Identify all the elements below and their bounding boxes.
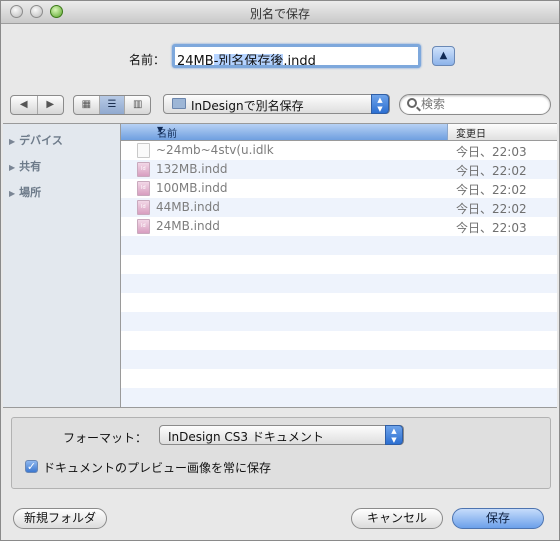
new-folder-button[interactable]: 新規フォルダ: [13, 508, 107, 529]
sidebar-section-devices[interactable]: ▶ デバイス: [9, 132, 63, 148]
file-name: 44MB.indd: [156, 200, 220, 214]
indesign-file-icon: [137, 219, 150, 234]
window-title: 別名で保存: [249, 7, 310, 21]
file-name: 24MB.indd: [156, 219, 220, 233]
triangle-left-icon: ◀: [19, 99, 28, 110]
columns-icon: ▥: [132, 99, 143, 110]
preview-checkbox[interactable]: ✓: [25, 460, 38, 473]
popup-arrows-icon: ▲ ▼: [385, 425, 403, 445]
triangle-up-icon: ▲: [439, 50, 448, 61]
file-list: 名前 ▼ 変更日 ~24mb~4stv(u.idlk 今日、22:03 132M…: [121, 124, 557, 407]
sidebar: ▶ デバイス ▶ 共有 ▶ 場所: [3, 124, 121, 407]
popup-arrows-icon: ▲ ▼: [371, 94, 389, 114]
file-date: 今日、22:03: [456, 221, 527, 235]
grid-icon: ▦: [81, 99, 92, 110]
disclosure-triangle-icon[interactable]: ▶: [9, 137, 15, 146]
filename-input[interactable]: 24MB-別名保存後.indd: [172, 44, 421, 68]
indesign-file-icon: [137, 162, 150, 177]
list-icon: ☰: [107, 99, 117, 110]
view-mode-buttons: ▦ ☰ ▥: [73, 95, 151, 115]
back-button[interactable]: ◀: [11, 96, 38, 114]
file-name: 132MB.indd: [156, 162, 228, 176]
navigation-buttons: ◀ ▶: [10, 95, 64, 115]
file-row[interactable]: 24MB.indd 今日、22:03: [121, 217, 557, 236]
format-popup[interactable]: InDesign CS3 ドキュメント ▲ ▼: [159, 425, 404, 445]
sidebar-section-shared[interactable]: ▶ 共有: [9, 158, 41, 174]
save-button[interactable]: 保存: [452, 508, 544, 529]
options-panel: フォーマット： InDesign CS3 ドキュメント ▲ ▼ ✓ ドキュメントの…: [11, 417, 551, 489]
expand-dialog-button[interactable]: ▲: [432, 46, 455, 66]
sidebar-section-places[interactable]: ▶ 場所: [9, 184, 41, 200]
search-icon: [407, 98, 417, 108]
filename-suffix: .indd: [283, 54, 316, 68]
lock-file-icon: [137, 143, 150, 158]
file-row[interactable]: 44MB.indd 今日、22:02: [121, 198, 557, 217]
forward-button[interactable]: ▶: [38, 96, 64, 114]
file-row[interactable]: 132MB.indd 今日、22:02: [121, 160, 557, 179]
format-popup-label: InDesign CS3 ドキュメント: [168, 430, 324, 444]
format-label: フォーマット：: [63, 431, 148, 445]
icon-view-button[interactable]: ▦: [74, 96, 100, 114]
triangle-right-icon: ▶: [46, 99, 55, 110]
file-row[interactable]: 100MB.indd 今日、22:02: [121, 179, 557, 198]
file-date: 今日、22:03: [456, 145, 527, 159]
folder-icon: [172, 98, 186, 109]
name-column-header[interactable]: 名前 ▼: [121, 124, 448, 140]
search-input[interactable]: [421, 96, 541, 112]
cancel-button[interactable]: キャンセル: [351, 508, 443, 529]
file-name: ~24mb~4stv(u.idlk: [156, 143, 274, 157]
column-view-button[interactable]: ▥: [125, 96, 150, 114]
file-row[interactable]: ~24mb~4stv(u.idlk 今日、22:03: [121, 141, 557, 160]
search-field[interactable]: [399, 94, 551, 115]
file-date: 今日、22:02: [456, 183, 527, 197]
filename-selected-text: -別名保存後: [213, 54, 284, 68]
disclosure-triangle-icon[interactable]: ▶: [9, 163, 15, 172]
indesign-file-icon: [137, 200, 150, 215]
checkmark-icon: ✓: [26, 460, 37, 473]
sort-descending-icon: ▼: [157, 125, 164, 134]
disclosure-triangle-icon[interactable]: ▶: [9, 189, 15, 198]
file-date: 今日、22:02: [456, 164, 527, 178]
name-label: 名前：: [129, 53, 166, 67]
indesign-file-icon: [137, 181, 150, 196]
location-popup[interactable]: InDesignで別名保存 ▲ ▼: [163, 94, 390, 114]
title-bar: 別名で保存: [1, 1, 559, 24]
file-date: 今日、22:02: [456, 202, 527, 216]
location-popup-label: InDesignで別名保存: [191, 99, 304, 113]
list-view-button[interactable]: ☰: [99, 96, 126, 114]
file-list-header: 名前 ▼ 変更日: [121, 124, 557, 141]
file-name: 100MB.indd: [156, 181, 228, 195]
file-browser: ▶ デバイス ▶ 共有 ▶ 場所 名前 ▼ 変更日 ~24mb~4stv(u.idlk…: [3, 123, 557, 408]
filename-prefix: 24MB: [177, 54, 214, 68]
save-as-dialog: 別名で保存 名前： 24MB-別名保存後.indd ▲ ◀ ▶ ▦ ☰ ▥ In…: [0, 0, 560, 541]
preview-checkbox-label: ドキュメントのプレビュー画像を常に保存: [43, 461, 272, 475]
date-column-header[interactable]: 変更日: [456, 125, 486, 140]
